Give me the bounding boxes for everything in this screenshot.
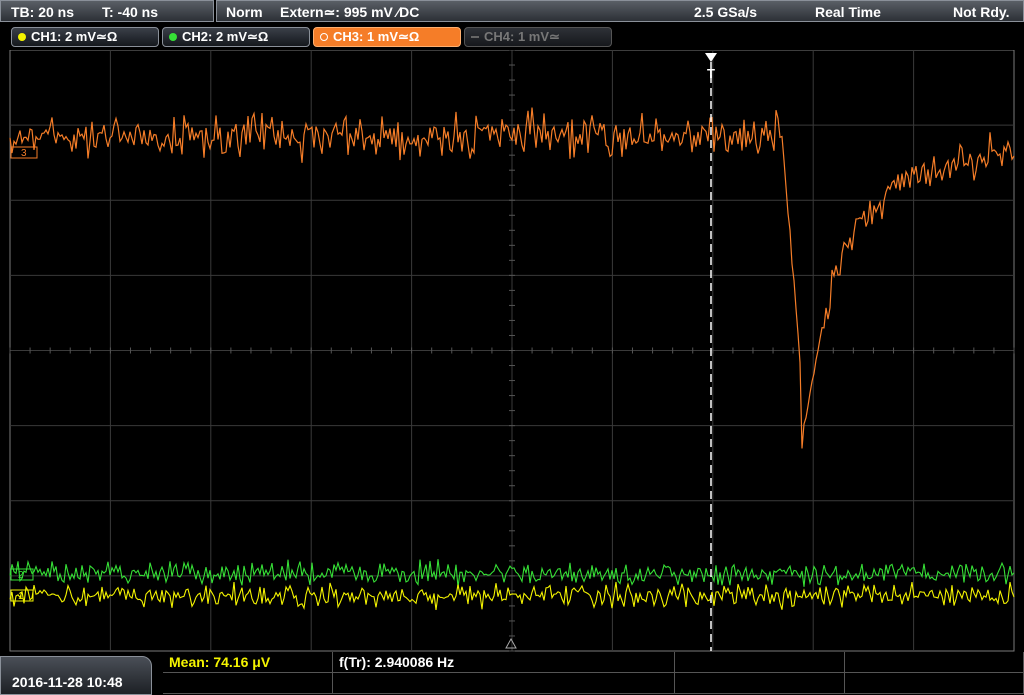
waveform-display[interactable]: T 3 2 1	[0, 50, 1024, 652]
realtime-mode: Real Time	[815, 4, 881, 20]
ch3-marker-label: 3	[21, 148, 27, 159]
measurement-freq-cell[interactable]: f(Tr): 2.940086 Hz	[333, 652, 675, 673]
trigger-panel[interactable]: Norm Extern≃: 995 mV ∕DC 2.5 GSa/s Real …	[216, 0, 1024, 22]
channel-4-button[interactable]: CH4: 1 mV≃	[464, 27, 612, 47]
measurement-trigger-frequency: f(Tr): 2.940086 Hz	[339, 654, 455, 670]
channel-3-label: CH3: 1 mV≃Ω	[333, 29, 420, 44]
measurement-empty-cell[interactable]	[675, 673, 845, 694]
measurement-empty-cell[interactable]	[333, 673, 675, 694]
acquisition-status: Not Rdy.	[953, 4, 1010, 20]
channel-1-label: CH1: 2 mV≃Ω	[31, 29, 118, 44]
ch4-indicator-icon	[471, 35, 479, 38]
measurement-mean-cell[interactable]: Mean: 74.16 μV	[163, 652, 333, 673]
datetime-readout: 2016-11-28 10:48	[12, 674, 123, 690]
ch3-indicator-icon	[320, 32, 328, 41]
trigger-time-readout: T: -40 ns	[102, 4, 159, 20]
datetime-panel: 2016-11-28 10:48	[0, 656, 152, 695]
measurement-mean: Mean: 74.16 μV	[169, 654, 271, 670]
channel-4-label: CH4: 1 mV≃	[484, 29, 560, 44]
trigger-marker-label: T	[707, 66, 715, 81]
timebase-readout: TB: 20 ns	[11, 4, 75, 20]
timebase-panel[interactable]: TB: 20 ns T: -40 ns	[0, 0, 214, 22]
trigger-source: Extern≃: 995 mV ∕DC	[280, 4, 420, 20]
acquisition-mode: Norm	[226, 4, 263, 20]
channel-2-label: CH2: 2 mV≃Ω	[182, 29, 269, 44]
measurement-empty-cell[interactable]	[163, 673, 333, 694]
waveform-canvas[interactable]: T 3 2 1	[0, 50, 1024, 652]
status-bar: TB: 20 ns T: -40 ns Norm Extern≃: 995 mV…	[0, 0, 1024, 24]
ch2-indicator-icon	[169, 32, 177, 41]
channel-2-button[interactable]: CH2: 2 mV≃Ω	[162, 27, 310, 47]
ch1-indicator-icon	[18, 32, 26, 41]
measurement-empty-cell[interactable]	[845, 652, 1024, 673]
measurement-empty-cell[interactable]	[675, 652, 845, 673]
sample-rate: 2.5 GSa/s	[694, 4, 758, 20]
ch1-marker-label: 1	[18, 591, 24, 602]
ch2-marker-label: 2	[18, 570, 24, 581]
channel-3-button[interactable]: CH3: 1 mV≃Ω	[313, 27, 461, 47]
measurement-panel[interactable]: Mean: 74.16 μV f(Tr): 2.940086 Hz	[163, 652, 1024, 695]
channel-1-button[interactable]: CH1: 2 mV≃Ω	[11, 27, 159, 47]
measurement-empty-cell[interactable]	[845, 673, 1024, 694]
